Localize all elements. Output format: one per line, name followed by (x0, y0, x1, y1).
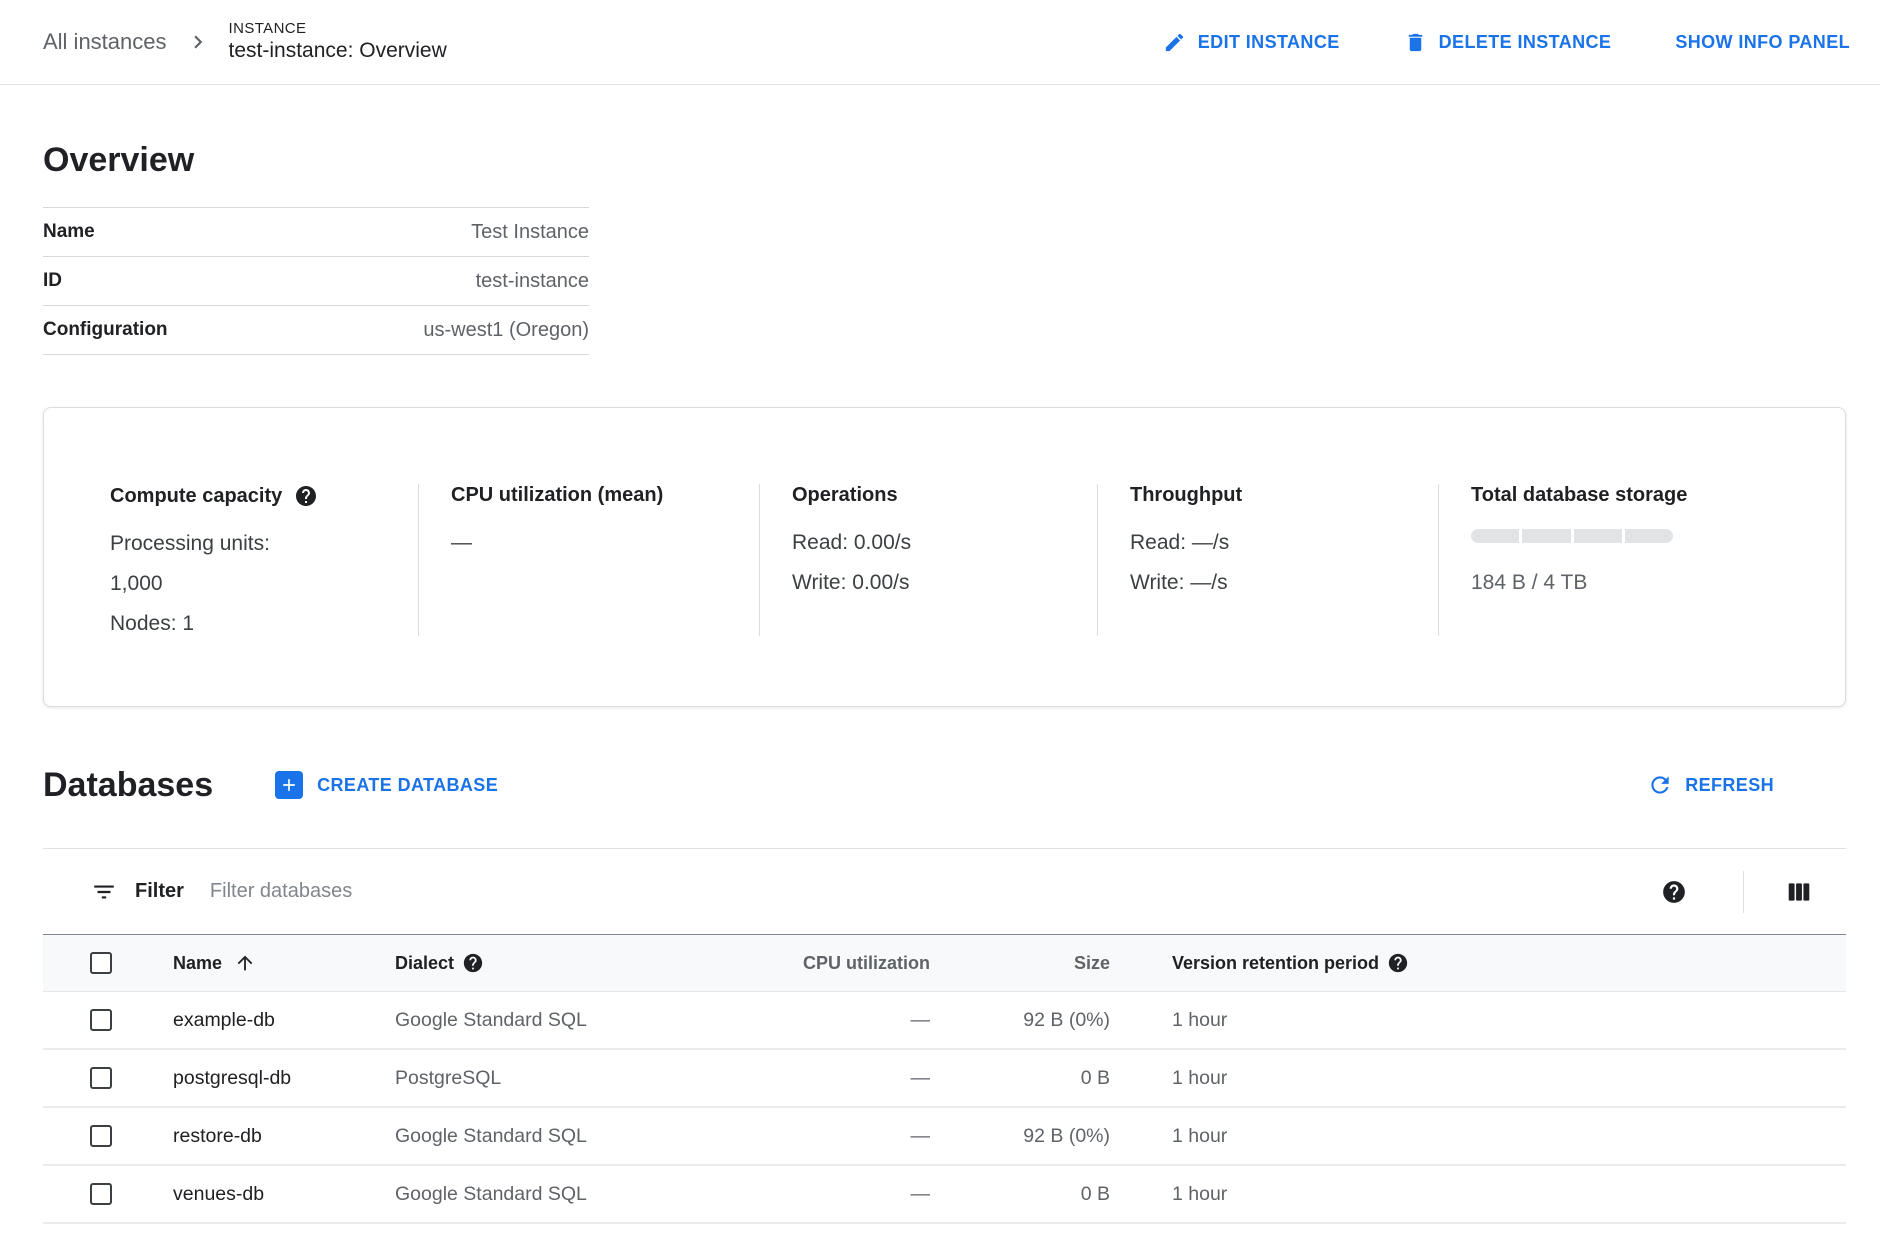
table-body: example-db Google Standard SQL — 92 B (0… (43, 992, 1846, 1224)
page-title: test-instance: Overview (229, 38, 447, 64)
cpu-utilization-value: — (451, 523, 759, 563)
delete-instance-button[interactable]: DELETE INSTANCE (1404, 31, 1612, 54)
field-row-configuration: Configuration us-west1 (Oregon) (43, 306, 589, 355)
db-cpu-utilization: — (911, 1067, 931, 1090)
top-actions: EDIT INSTANCE DELETE INSTANCE SHOW INFO … (1163, 31, 1850, 54)
retention-help-icon[interactable] (1387, 952, 1409, 974)
overview-table: Name Test Instance ID test-instance Conf… (43, 207, 589, 355)
title-block: INSTANCE test-instance: Overview (229, 20, 447, 65)
row-checkbox[interactable] (90, 1183, 112, 1205)
db-name[interactable]: restore-db (173, 1125, 395, 1148)
select-all-checkbox[interactable] (90, 952, 112, 974)
table-header-row: Name Dialect CPU utilization Size Versio… (43, 934, 1846, 992)
row-checkbox[interactable] (90, 1009, 112, 1031)
processing-units-label: Processing units: (110, 524, 418, 564)
breadcrumb-all-instances-link[interactable]: All instances (43, 29, 167, 55)
db-dialect: Google Standard SQL (395, 1183, 715, 1206)
table-row: example-db Google Standard SQL — 92 B (0… (43, 992, 1846, 1050)
db-dialect: Google Standard SQL (395, 1125, 715, 1148)
field-row-name: Name Test Instance (43, 208, 589, 257)
instance-eyebrow: INSTANCE (229, 20, 447, 39)
databases-header: Databases CREATE DATABASE REFRESH (43, 761, 1846, 809)
table-row: restore-db Google Standard SQL — 92 B (0… (43, 1108, 1846, 1166)
operations-write: Write: 0.00/s (792, 563, 1097, 603)
storage-bar-segment (1574, 529, 1622, 543)
field-value: Test Instance (471, 221, 589, 244)
db-name[interactable]: example-db (173, 1009, 395, 1032)
dialect-help-icon[interactable] (462, 952, 484, 974)
stat-compute-capacity: Compute capacity Processing units: 1,000… (44, 484, 418, 636)
create-database-button[interactable]: CREATE DATABASE (275, 771, 498, 799)
pencil-icon (1163, 31, 1186, 54)
storage-usage-text: 184 B / 4 TB (1471, 563, 1845, 603)
storage-bar-segment (1625, 529, 1673, 543)
field-row-id: ID test-instance (43, 257, 589, 306)
db-retention-period: 1 hour (1110, 1009, 1846, 1032)
vertical-divider (1743, 871, 1744, 913)
db-size: 0 B (1081, 1183, 1110, 1206)
filter-bar: Filter (43, 849, 1846, 934)
column-header-cpu-utilization: CPU utilization (803, 953, 930, 974)
table-row: postgresql-db PostgreSQL — 0 B 1 hour (43, 1050, 1846, 1108)
db-cpu-utilization: — (911, 1125, 931, 1148)
stat-operations: Operations Read: 0.00/s Write: 0.00/s (759, 484, 1097, 636)
row-checkbox[interactable] (90, 1067, 112, 1089)
column-header-version-retention-period: Version retention period (1110, 952, 1846, 974)
stat-storage: Total database storage 184 B / 4 TB (1438, 484, 1845, 636)
trash-icon (1404, 31, 1427, 54)
processing-units-value: 1,000 (110, 564, 418, 604)
breadcrumb: All instances INSTANCE test-instance: Ov… (43, 20, 447, 65)
overview-heading: Overview (43, 139, 1846, 181)
refresh-button[interactable]: REFRESH (1647, 772, 1774, 798)
column-header-dialect: Dialect (395, 952, 715, 974)
show-info-panel-button[interactable]: SHOW INFO PANEL (1675, 32, 1850, 53)
row-checkbox[interactable] (90, 1125, 112, 1147)
stat-throughput: Throughput Read: —/s Write: —/s (1097, 484, 1438, 636)
db-dialect: PostgreSQL (395, 1067, 715, 1090)
operations-read: Read: 0.00/s (792, 523, 1097, 563)
filter-databases-input[interactable] (210, 880, 1661, 903)
db-retention-period: 1 hour (1110, 1183, 1846, 1206)
refresh-icon (1647, 772, 1673, 798)
db-retention-period: 1 hour (1110, 1067, 1846, 1090)
top-bar: All instances INSTANCE test-instance: Ov… (0, 0, 1880, 85)
sort-ascending-icon (234, 952, 256, 974)
field-label: Configuration (43, 319, 168, 341)
throughput-read: Read: —/s (1130, 523, 1438, 563)
storage-usage-bar (1471, 529, 1673, 543)
filter-icon[interactable] (91, 879, 117, 905)
column-header-name[interactable]: Name (173, 952, 395, 974)
column-display-options-icon[interactable] (1786, 879, 1812, 905)
column-header-size: Size (1074, 953, 1110, 974)
compute-capacity-help-icon[interactable] (294, 484, 318, 508)
db-size: 92 B (0%) (1023, 1009, 1110, 1032)
db-cpu-utilization: — (911, 1183, 931, 1206)
databases-heading: Databases (43, 766, 213, 805)
db-dialect: Google Standard SQL (395, 1009, 715, 1032)
db-size: 92 B (0%) (1023, 1125, 1110, 1148)
storage-bar-segment (1522, 529, 1570, 543)
db-size: 0 B (1081, 1067, 1110, 1090)
field-value: test-instance (476, 270, 589, 293)
storage-bar-segment (1471, 529, 1519, 543)
stat-cpu-utilization: CPU utilization (mean) — (418, 484, 759, 636)
table-row: venues-db Google Standard SQL — 0 B 1 ho… (43, 1166, 1846, 1224)
field-label: ID (43, 270, 62, 292)
table-help-icon[interactable] (1661, 879, 1687, 905)
field-value: us-west1 (Oregon) (423, 319, 589, 342)
filter-right-controls (1661, 871, 1812, 913)
db-name[interactable]: venues-db (173, 1183, 395, 1206)
chevron-right-icon (185, 29, 211, 55)
db-cpu-utilization: — (911, 1009, 931, 1032)
filter-label: Filter (135, 880, 184, 903)
stats-card: Compute capacity Processing units: 1,000… (43, 407, 1846, 707)
throughput-write: Write: —/s (1130, 563, 1438, 603)
edit-instance-button[interactable]: EDIT INSTANCE (1163, 31, 1340, 54)
field-label: Name (43, 221, 95, 243)
db-name[interactable]: postgresql-db (173, 1067, 395, 1090)
plus-icon (275, 771, 303, 799)
nodes-value: Nodes: 1 (110, 604, 418, 644)
databases-table: Filter Name Dialect CPU utilization Size… (43, 848, 1846, 1224)
db-retention-period: 1 hour (1110, 1125, 1846, 1148)
